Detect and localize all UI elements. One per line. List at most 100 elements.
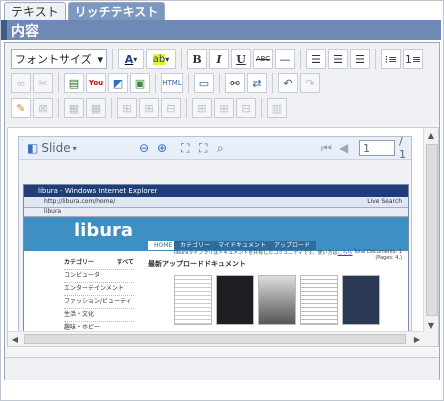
editor-status-bar	[5, 357, 439, 380]
fit-width-button[interactable]: ⛶	[181, 140, 189, 156]
scroll-up-arrow[interactable]: ▲	[424, 128, 438, 142]
sidebar-item: コンピュータ	[64, 270, 134, 283]
font-size-label: フォントサイズ	[15, 53, 92, 66]
document-thumbnail	[300, 275, 338, 325]
page-number-field[interactable]: 1	[359, 140, 395, 156]
italic-button[interactable]: I	[209, 49, 229, 69]
horizontal-rule-button[interactable]: —	[275, 49, 295, 69]
delete-table-icon: ⊠	[38, 101, 48, 115]
zoom-in-button[interactable]: ⊕	[157, 140, 167, 156]
fit-width-icon: ⛶	[181, 140, 190, 155]
horizontal-scrollbar[interactable]: ◀ ▶	[8, 331, 424, 346]
bullet-list-button[interactable]: ⁝≡	[381, 49, 401, 69]
rich-text-editor: フォントサイズ ▾ A ▾ ab ▾ B I U ABC — ☰ ☰ ☰ ⁝≡	[4, 42, 440, 380]
insert-video-button[interactable]: ▤	[64, 73, 84, 93]
delete-table-button[interactable]: ⊠	[33, 98, 53, 118]
insert-table-button[interactable]: ✎	[11, 98, 31, 118]
strikethrough-button[interactable]: ABC	[253, 49, 273, 69]
align-left-icon: ☰	[311, 52, 321, 66]
highlight-button[interactable]: ab ▾	[146, 49, 176, 69]
tab-rich-text[interactable]: リッチテキスト	[67, 2, 166, 20]
section-header: 内容	[1, 20, 441, 40]
toolbar-separator	[219, 73, 220, 93]
site-body: カテゴリー すべて コンピュータ エンターテインメント ファッション/ビューティ…	[24, 249, 408, 333]
prev-page-icon: ◀	[339, 141, 349, 155]
zoom-search-button[interactable]: ⌕	[217, 140, 224, 156]
cell-props-button[interactable]: ▦	[86, 98, 106, 118]
toolbar-separator	[111, 98, 112, 118]
toolbar-row-1: フォントサイズ ▾ A ▾ ab ▾ B I U ABC — ☰ ☰ ☰ ⁝≡	[11, 49, 423, 69]
zoom-in-icon: ⊕	[157, 141, 168, 155]
viewer-toolbar: ◧ Slide ▾ ⊖ ⊕ ⛶ ⛶ ⌕ ⏮ ◀ 1 / 1	[19, 137, 411, 161]
font-size-select[interactable]: フォントサイズ ▾	[11, 49, 107, 69]
prev-page-button[interactable]: ◀	[339, 140, 348, 156]
toolbar-separator	[58, 73, 59, 93]
document-thumbnail	[342, 275, 380, 325]
sidebar-item: 生活・文化	[64, 309, 134, 322]
font-color-button[interactable]: A ▾	[118, 49, 144, 69]
tab-bar: テキスト リッチテキスト	[4, 2, 166, 20]
embedded-slide-viewer[interactable]: ◧ Slide ▾ ⊖ ⊕ ⛶ ⛶ ⌕ ⏮ ◀ 1 / 1 libura - W…	[18, 136, 412, 334]
unlink-button[interactable]: ✂	[33, 73, 53, 93]
first-page-button[interactable]: ⏮	[321, 140, 332, 156]
toolbar-separator	[261, 98, 262, 118]
toolbar-separator	[375, 49, 376, 69]
html-button[interactable]: HTML	[161, 73, 183, 93]
scroll-left-arrow[interactable]: ◀	[8, 332, 22, 346]
tab-text[interactable]: テキスト	[4, 2, 66, 20]
zoom-out-button[interactable]: ⊖	[139, 140, 149, 156]
youtube-icon: You	[88, 79, 104, 87]
scroll-thumb[interactable]	[24, 334, 406, 344]
insert-youtube-button[interactable]: You	[86, 73, 106, 93]
align-right-button[interactable]: ☰	[350, 49, 370, 69]
scroll-down-arrow[interactable]: ▼	[424, 318, 438, 332]
insert-image-button[interactable]: ▣	[130, 73, 150, 93]
scroll-right-arrow[interactable]: ▶	[410, 332, 424, 346]
bold-button[interactable]: B	[187, 49, 207, 69]
slide-area: libura - Windows Internet Explorer http:…	[19, 160, 411, 333]
chevron-down-icon: ▾	[97, 52, 103, 66]
insert-col-after-button[interactable]: ⊞	[214, 98, 234, 118]
edit-table-icon: ✎	[16, 101, 26, 115]
link-button[interactable]: ∞	[11, 73, 31, 93]
merge-icon: ▥	[271, 101, 283, 115]
page-input[interactable]: 1	[359, 140, 395, 156]
insert-col-before-button[interactable]: ⊞	[192, 98, 212, 118]
redo-button[interactable]: ↷	[300, 73, 320, 93]
intro-link: こちら	[337, 250, 353, 256]
redo-icon: ↷	[305, 76, 315, 90]
underline-button[interactable]: U	[231, 49, 251, 69]
site-stats: Total Documents: 1 (Pages: 4,)	[354, 249, 402, 261]
merge-cells-button[interactable]: ▥	[267, 98, 287, 118]
toolbar-separator	[112, 49, 113, 69]
insert-row-after-button[interactable]: ⊞	[139, 98, 159, 118]
editor-content[interactable]: ◧ Slide ▾ ⊖ ⊕ ⛶ ⛶ ⌕ ⏮ ◀ 1 / 1 libura - W…	[7, 127, 439, 347]
table-props-button[interactable]: ▦	[64, 98, 84, 118]
insert-flash-button[interactable]: ◩	[108, 73, 128, 93]
editor-toolbar: フォントサイズ ▾ A ▾ ab ▾ B I U ABC — ☰ ☰ ☰ ⁝≡	[5, 43, 439, 125]
align-center-button[interactable]: ☰	[328, 49, 348, 69]
slide-mode-button[interactable]: ◧ Slide ▾	[27, 140, 77, 156]
preview-button[interactable]: ▭	[194, 73, 214, 93]
toolbar-separator	[272, 73, 273, 93]
latest-uploads-heading: 最新アップロードドキュメント	[148, 260, 246, 268]
flash-icon: ◩	[112, 76, 124, 90]
find-button[interactable]: ⚯	[225, 73, 245, 93]
toolbar-separator	[186, 98, 187, 118]
replace-button[interactable]: ⇄	[247, 73, 267, 93]
highlight-icon: ab	[152, 53, 166, 65]
insert-row-before-button[interactable]: ⊞	[117, 98, 137, 118]
align-left-button[interactable]: ☰	[306, 49, 326, 69]
row-insert-icon: ⊞	[144, 101, 154, 115]
delete-col-button[interactable]: ⊟	[236, 98, 256, 118]
font-color-icon: A	[124, 52, 134, 66]
vertical-scrollbar[interactable]: ▲ ▼	[423, 128, 438, 346]
scroll-thumb[interactable]	[426, 144, 438, 316]
toolbar-row-3: ✎ ⊠ ▦ ▦ ⊞ ⊞ ⊟ ⊞ ⊞ ⊟ ▥	[11, 98, 287, 118]
fit-page-icon: ⛶	[199, 140, 208, 155]
fit-page-button[interactable]: ⛶	[199, 140, 207, 156]
delete-row-button[interactable]: ⊟	[161, 98, 181, 118]
numbered-list-button[interactable]: 1≡	[403, 49, 423, 69]
toolbar-row-2: ∞ ✂ ▤ You ◩ ▣ HTML ▭ ⚯ ⇄ ↶ ↷	[11, 73, 320, 93]
undo-button[interactable]: ↶	[278, 73, 298, 93]
